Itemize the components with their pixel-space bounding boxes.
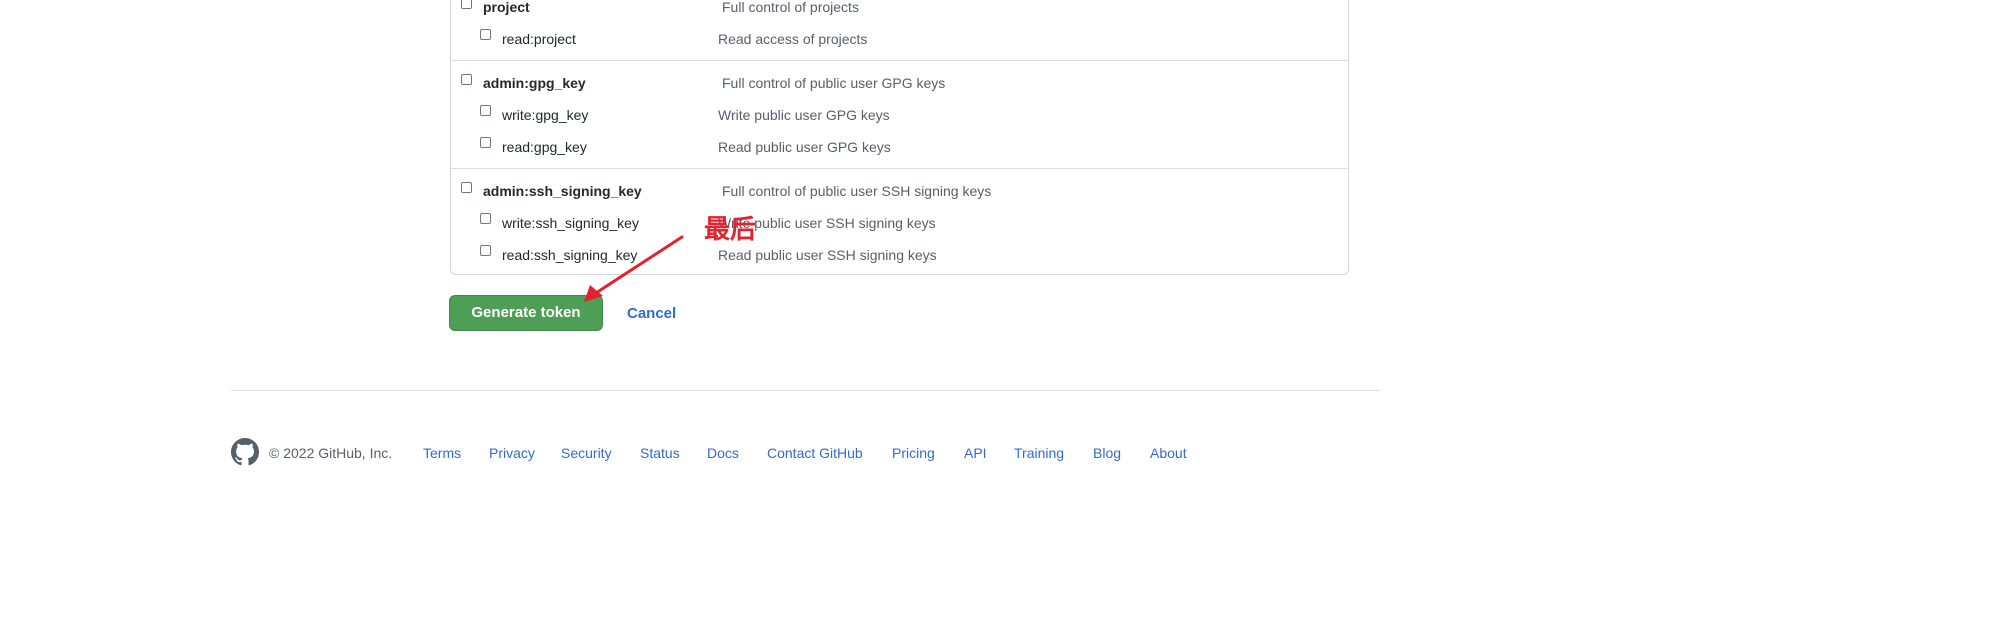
github-logo-icon[interactable] [231,438,259,466]
scope-description: Read access of projects [718,31,868,47]
scope-checkbox-admin-gpg-key[interactable] [461,74,472,85]
scope-name: read:project [502,31,576,47]
scope-checkbox-read-ssh-signing-key[interactable] [480,245,491,256]
scope-name: write:ssh_signing_key [502,215,639,231]
footer-link-docs[interactable]: Docs [707,444,739,462]
scope-name: project [483,0,530,15]
scope-checkbox-write-gpg-key[interactable] [480,105,491,116]
cancel-link[interactable]: Cancel [627,304,676,324]
footer-link-security[interactable]: Security [561,444,612,462]
scope-checkbox-admin-ssh-signing-key[interactable] [461,182,472,193]
scope-description: Read public user SSH signing keys [718,247,937,263]
footer-link-status[interactable]: Status [640,444,680,462]
footer-divider [231,390,1380,391]
footer-copyright: © 2022 GitHub, Inc. [269,445,393,461]
footer-link-training[interactable]: Training [1014,444,1064,462]
footer-link-privacy[interactable]: Privacy [489,444,535,462]
footer-link-api[interactable]: API [964,444,987,462]
footer-link-blog[interactable]: Blog [1093,444,1121,462]
scope-name: read:ssh_signing_key [502,247,638,263]
scope-checkbox-write-ssh-signing-key[interactable] [480,213,491,224]
scope-description: Read public user GPG keys [718,139,891,155]
scope-name: write:gpg_key [502,107,589,123]
scope-checkbox-read-project[interactable] [480,29,491,40]
scope-description: Full control of public user GPG keys [722,75,946,91]
footer-link-terms[interactable]: Terms [423,444,461,462]
footer-link-contact-github[interactable]: Contact GitHub [767,444,863,462]
footer-link-pricing[interactable]: Pricing [892,444,935,462]
scope-name: read:gpg_key [502,139,587,155]
footer-link-about[interactable]: About [1150,444,1187,462]
scope-checkbox-project[interactable] [461,0,472,9]
scope-group-divider [450,60,1349,61]
scope-name: admin:gpg_key [483,75,586,91]
scope-name: admin:ssh_signing_key [483,183,642,199]
scope-group-divider [450,168,1349,169]
scope-description: Full control of projects [722,0,859,15]
annotation-label: 最后 [704,215,757,245]
scope-checkbox-read-gpg-key[interactable] [480,137,491,148]
scope-description: Full control of public user SSH signing … [722,183,992,199]
scope-description: Write public user GPG keys [718,107,890,123]
generate-token-button[interactable]: Generate token [449,295,603,331]
